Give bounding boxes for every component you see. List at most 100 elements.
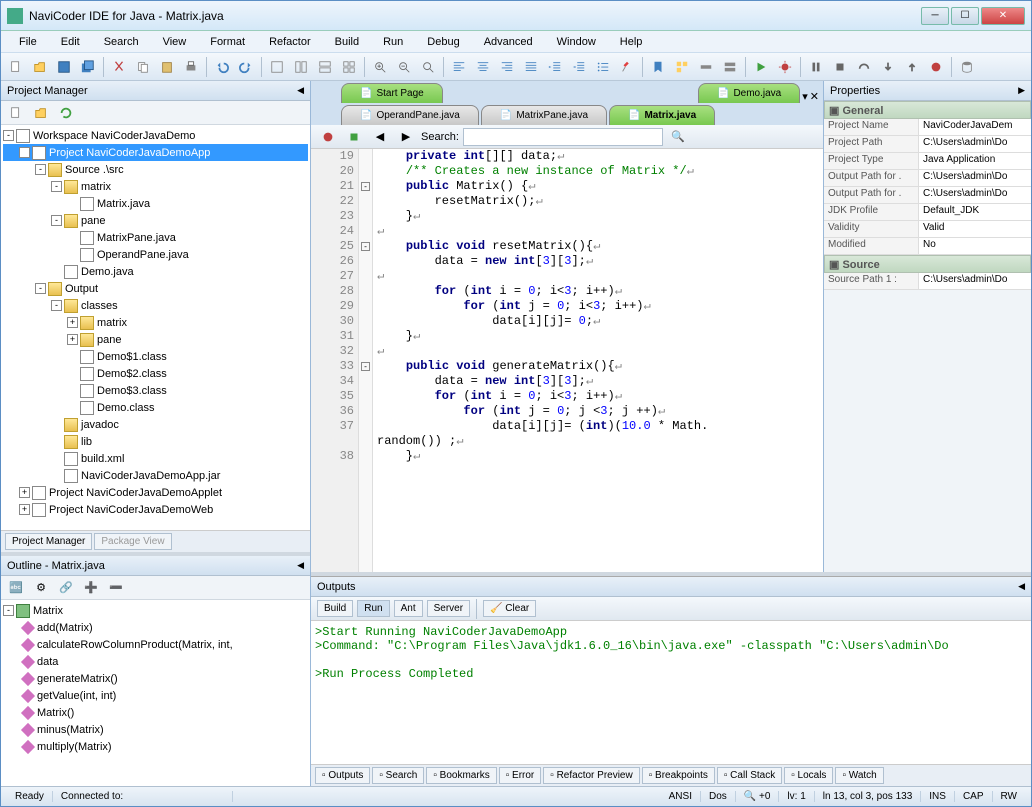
tree-row[interactable]: lib bbox=[3, 433, 308, 450]
nav-back-icon[interactable]: ◀ bbox=[369, 126, 391, 148]
redo-icon[interactable] bbox=[235, 56, 257, 78]
step-over-icon[interactable] bbox=[853, 56, 875, 78]
database-icon[interactable] bbox=[956, 56, 978, 78]
pm-refresh-icon[interactable] bbox=[55, 102, 77, 124]
collapse-arrow-icon[interactable]: ◀ bbox=[1018, 581, 1025, 592]
prop-row[interactable]: Output Path for .C:\Users\admin\Do bbox=[824, 170, 1031, 187]
code-editor[interactable]: 1920212223242526272829303132333435363738… bbox=[311, 149, 823, 572]
bottom-tab-bookmarks[interactable]: ▫ Bookmarks bbox=[426, 767, 496, 784]
bottom-tab-breakpoints[interactable]: ▫ Breakpoints bbox=[642, 767, 715, 784]
collapse-arrow-icon[interactable]: ◀ bbox=[297, 85, 304, 96]
menu-file[interactable]: File bbox=[9, 34, 47, 50]
tree-row[interactable]: Demo$1.class bbox=[3, 348, 308, 365]
outline-filter-icon[interactable]: ⚙ bbox=[30, 577, 52, 599]
outdent-icon[interactable] bbox=[568, 56, 590, 78]
tree-row[interactable]: -matrix bbox=[3, 178, 308, 195]
outline-item[interactable]: multiply(Matrix) bbox=[3, 738, 308, 755]
step-into-icon[interactable] bbox=[877, 56, 899, 78]
prop-row[interactable]: JDK ProfileDefault_JDK bbox=[824, 204, 1031, 221]
prop-row[interactable]: ModifiedNo bbox=[824, 238, 1031, 255]
tab-start-page[interactable]: 📄 Start Page bbox=[341, 83, 443, 103]
outline-item[interactable]: getValue(int, int) bbox=[3, 687, 308, 704]
prop-section-general[interactable]: ▣ General bbox=[824, 101, 1031, 119]
cut-icon[interactable] bbox=[108, 56, 130, 78]
zoom-reset-icon[interactable] bbox=[417, 56, 439, 78]
pm-new-icon[interactable] bbox=[5, 102, 27, 124]
tree-row[interactable]: -Project NaviCoderJavaDemoApp bbox=[3, 144, 308, 161]
copy-icon[interactable] bbox=[132, 56, 154, 78]
minimize-button[interactable]: ─ bbox=[921, 7, 949, 25]
pm-folder-icon[interactable] bbox=[30, 102, 52, 124]
new-file-icon[interactable] bbox=[5, 56, 27, 78]
collapse-arrow-icon[interactable]: ◀ bbox=[297, 560, 304, 571]
organize-icon[interactable] bbox=[671, 56, 693, 78]
nav-fwd-icon[interactable]: ▶ bbox=[395, 126, 417, 148]
prop-row[interactable]: Project TypeJava Application bbox=[824, 153, 1031, 170]
clear-button[interactable]: 🧹 Clear bbox=[483, 600, 536, 617]
output-tab-server[interactable]: Server bbox=[427, 600, 470, 617]
menu-search[interactable]: Search bbox=[94, 34, 149, 50]
outline-root[interactable]: -Matrix bbox=[3, 602, 308, 619]
tab-demo-java[interactable]: 📄 Demo.java bbox=[698, 83, 800, 103]
tool2-icon[interactable] bbox=[719, 56, 741, 78]
search-input[interactable] bbox=[463, 128, 663, 146]
pause-icon[interactable] bbox=[805, 56, 827, 78]
bottom-tab-refactor-preview[interactable]: ▫ Refactor Preview bbox=[543, 767, 639, 784]
bottom-tab-error[interactable]: ▫ Error bbox=[499, 767, 542, 784]
record-icon[interactable] bbox=[317, 126, 339, 148]
tree-row[interactable]: -Output bbox=[3, 280, 308, 297]
tree-row[interactable]: +pane bbox=[3, 331, 308, 348]
pin-icon[interactable] bbox=[616, 56, 638, 78]
layout3-icon[interactable] bbox=[314, 56, 336, 78]
stop-rec-icon[interactable] bbox=[343, 126, 365, 148]
bottom-tab-call-stack[interactable]: ▫ Call Stack bbox=[717, 767, 782, 784]
menu-format[interactable]: Format bbox=[200, 34, 255, 50]
tab-operandpane[interactable]: 📄 OperandPane.java bbox=[341, 105, 479, 125]
tree-row[interactable]: -pane bbox=[3, 212, 308, 229]
menu-build[interactable]: Build bbox=[325, 34, 369, 50]
bottom-tab-watch[interactable]: ▫ Watch bbox=[835, 767, 883, 784]
menu-refactor[interactable]: Refactor bbox=[259, 34, 321, 50]
layout2-icon[interactable] bbox=[290, 56, 312, 78]
undo-icon[interactable] bbox=[211, 56, 233, 78]
outline-item[interactable]: calculateRowColumnProduct(Matrix, int, bbox=[3, 636, 308, 653]
save-all-icon[interactable] bbox=[77, 56, 99, 78]
close-button[interactable]: ✕ bbox=[981, 7, 1025, 25]
prop-row[interactable]: Source Path 1 :C:\Users\admin\Do bbox=[824, 273, 1031, 290]
breakpoint-icon[interactable] bbox=[925, 56, 947, 78]
step-out-icon[interactable] bbox=[901, 56, 923, 78]
menu-run[interactable]: Run bbox=[373, 34, 413, 50]
outline-sort-icon[interactable]: 🔤 bbox=[5, 577, 27, 599]
menu-view[interactable]: View bbox=[153, 34, 197, 50]
tab-project-manager[interactable]: Project Manager bbox=[5, 533, 92, 550]
menu-edit[interactable]: Edit bbox=[51, 34, 90, 50]
outline-minus-icon[interactable]: ➖ bbox=[105, 577, 127, 599]
outline-item[interactable]: minus(Matrix) bbox=[3, 721, 308, 738]
tree-row[interactable]: Matrix.java bbox=[3, 195, 308, 212]
outline-plus-icon[interactable]: ➕ bbox=[80, 577, 102, 599]
outline-struct-icon[interactable]: 🔗 bbox=[55, 577, 77, 599]
outline-item[interactable]: data bbox=[3, 653, 308, 670]
stop-icon[interactable] bbox=[829, 56, 851, 78]
maximize-button[interactable]: ☐ bbox=[951, 7, 979, 25]
prop-row[interactable]: Project NameNaviCoderJavaDem bbox=[824, 119, 1031, 136]
menu-window[interactable]: Window bbox=[547, 34, 606, 50]
outputs-content[interactable]: >Start Running NaviCoderJavaDemoApp>Comm… bbox=[311, 621, 1031, 764]
tabs-close-icon[interactable]: ✕ bbox=[810, 90, 819, 103]
tree-row[interactable]: javadoc bbox=[3, 416, 308, 433]
outline-tree[interactable]: -Matrixadd(Matrix)calculateRowColumnProd… bbox=[1, 600, 310, 786]
debug-icon[interactable] bbox=[774, 56, 796, 78]
align-left-icon[interactable] bbox=[448, 56, 470, 78]
menu-help[interactable]: Help bbox=[610, 34, 653, 50]
menu-advanced[interactable]: Advanced bbox=[474, 34, 543, 50]
tabs-dropdown-icon[interactable]: ▾ bbox=[802, 90, 808, 103]
tree-row[interactable]: build.xml bbox=[3, 450, 308, 467]
tree-row[interactable]: -Workspace NaviCoderJavaDemo bbox=[3, 127, 308, 144]
tree-row[interactable]: Demo.class bbox=[3, 399, 308, 416]
prop-row[interactable]: Project PathC:\Users\admin\Do bbox=[824, 136, 1031, 153]
project-tree[interactable]: -Workspace NaviCoderJavaDemo-Project Nav… bbox=[1, 125, 310, 530]
bottom-tab-outputs[interactable]: ▫ Outputs bbox=[315, 767, 370, 784]
bookmark-icon[interactable] bbox=[647, 56, 669, 78]
menu-debug[interactable]: Debug bbox=[417, 34, 469, 50]
tab-matrixpane[interactable]: 📄 MatrixPane.java bbox=[481, 105, 607, 125]
